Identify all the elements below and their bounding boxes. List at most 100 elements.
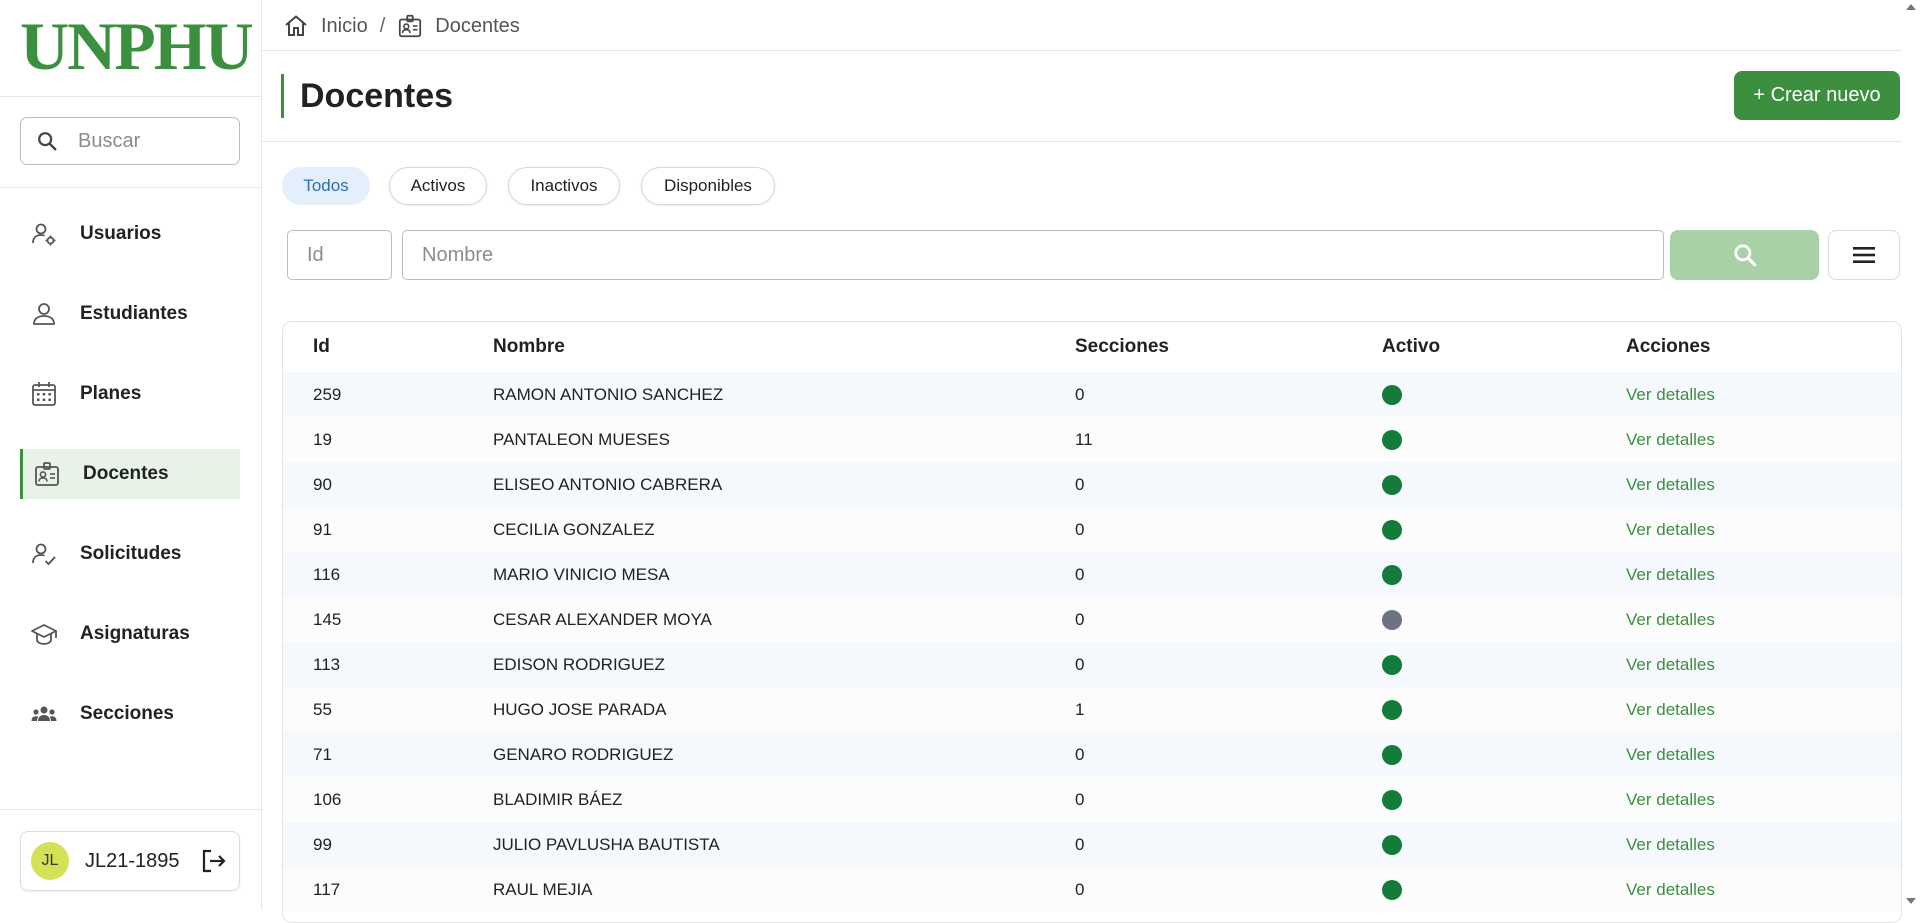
sidebar-item-secciones[interactable]: Secciones — [20, 689, 240, 739]
status-active-dot — [1382, 655, 1402, 675]
filter-chip-inactivos[interactable]: Inactivos — [508, 167, 620, 205]
sidebar-divider — [0, 809, 261, 810]
logout-icon[interactable] — [199, 847, 227, 875]
sidebar-item-solicitudes[interactable]: Solicitudes — [20, 529, 240, 579]
view-details-link[interactable]: Ver detalles — [1626, 552, 1715, 597]
cell-secciones: 0 — [1075, 520, 1085, 539]
view-details-link[interactable]: Ver detalles — [1626, 597, 1715, 642]
cell-secciones: 1 — [1075, 700, 1085, 719]
id-filter-input[interactable] — [305, 242, 391, 268]
cell-secciones: 0 — [1075, 475, 1085, 494]
column-header-id: Id — [313, 336, 330, 357]
cell-nombre: ELISEO ANTONIO CABRERA — [493, 475, 723, 494]
header-divider — [262, 50, 1902, 51]
cell-id: 145 — [313, 610, 342, 629]
search-button[interactable] — [1670, 230, 1819, 280]
sidebar-item-planes[interactable]: Planes — [20, 369, 240, 419]
cell-id: 113 — [313, 655, 341, 674]
view-details-link[interactable]: Ver detalles — [1626, 642, 1715, 687]
sidebar-divider — [0, 187, 261, 188]
sidebar-item-estudiantes[interactable]: Estudiantes — [20, 289, 240, 339]
sidebar-item-label: Solicitudes — [80, 543, 182, 564]
scroll-down-arrow[interactable] — [1906, 898, 1916, 904]
status-active-dot — [1382, 880, 1402, 900]
view-details-link[interactable]: Ver detalles — [1626, 372, 1715, 417]
id-badge-icon — [399, 14, 422, 38]
cell-nombre: CECILIA GONZALEZ — [493, 520, 655, 539]
sidebar-item-label: Estudiantes — [80, 303, 188, 324]
sidebar-item-usuarios[interactable]: Usuarios — [20, 209, 240, 259]
status-active-dot — [1382, 385, 1402, 405]
id-badge-icon — [35, 462, 59, 486]
page-title: Docentes — [281, 74, 453, 118]
person-icon — [33, 303, 55, 325]
filter-chip-activos[interactable]: Activos — [389, 167, 487, 205]
cell-nombre: HUGO JOSE PARADA — [493, 700, 667, 719]
cell-nombre: RAMON ANTONIO SANCHEZ — [493, 385, 724, 404]
status-active-dot — [1382, 835, 1402, 855]
cell-id: 106 — [313, 790, 342, 809]
options-menu-button[interactable] — [1828, 230, 1900, 280]
sidebar-search[interactable] — [20, 117, 240, 165]
breadcrumb: Inicio / Docentes — [283, 12, 520, 40]
cell-secciones: 11 — [1075, 430, 1093, 449]
view-details-link[interactable]: Ver detalles — [1626, 687, 1715, 732]
view-details-link[interactable]: Ver detalles — [1626, 462, 1715, 507]
person-check-icon — [32, 543, 56, 566]
search-icon — [1733, 244, 1756, 267]
table-row: 19 PANTALEON MUESES 11 Ver detalles — [283, 417, 1901, 462]
sidebar-item-label: Docentes — [83, 463, 169, 484]
table-row: 90 ELISEO ANTONIO CABRERA 0 Ver detalles — [283, 462, 1901, 507]
cell-nombre: JULIO PAVLUSHA BAUTISTA — [493, 835, 720, 854]
table-body: 259 RAMON ANTONIO SANCHEZ 0 Ver detalles 19 P… — [283, 372, 1901, 912]
table-row: 117 RAUL MEJIA 0 Ver detalles — [283, 867, 1901, 912]
title-divider — [262, 141, 1902, 142]
cell-secciones: 0 — [1075, 655, 1085, 674]
cell-secciones: 0 — [1075, 790, 1085, 809]
cell-secciones: 0 — [1075, 880, 1085, 899]
status-active-dot — [1382, 745, 1402, 765]
home-icon[interactable] — [283, 13, 309, 39]
group-icon — [31, 706, 57, 721]
sidebar-item-label: Usuarios — [80, 223, 162, 244]
avatar[interactable]: JL — [31, 842, 69, 880]
cell-nombre: GENARO RODRIGUEZ — [493, 745, 674, 764]
filter-chip-todos[interactable]: Todos — [282, 167, 370, 205]
cell-id: 99 — [313, 835, 332, 854]
view-details-link[interactable]: Ver detalles — [1626, 507, 1715, 552]
view-details-link[interactable]: Ver detalles — [1626, 777, 1715, 822]
name-filter[interactable] — [402, 230, 1664, 280]
sidebar-item-asignaturas[interactable]: Asignaturas — [20, 609, 240, 659]
view-details-link[interactable]: Ver detalles — [1626, 867, 1715, 912]
view-details-link[interactable]: Ver detalles — [1626, 417, 1715, 462]
name-filter-input[interactable] — [420, 242, 1558, 268]
create-new-button[interactable]: + Crear nuevo — [1734, 71, 1900, 120]
id-filter[interactable] — [287, 230, 392, 280]
scroll-up-arrow[interactable] — [1906, 4, 1916, 10]
cell-secciones: 0 — [1075, 385, 1085, 404]
user-gear-icon — [32, 223, 56, 246]
user-card: JL JL21-1895 — [20, 831, 240, 891]
sidebar-item-docentes[interactable]: Docentes — [20, 449, 240, 499]
cell-nombre: CESAR ALEXANDER MOYA — [493, 610, 712, 629]
cell-secciones: 0 — [1075, 835, 1085, 854]
cell-id: 71 — [313, 745, 332, 764]
cell-id: 259 — [313, 385, 342, 404]
page-scrollbar[interactable] — [1902, 0, 1920, 910]
sidebar-item-label: Planes — [80, 383, 142, 404]
filter-chip-disponibles[interactable]: Disponibles — [641, 167, 775, 205]
sidebar-search-input[interactable] — [76, 128, 230, 154]
cell-id: 55 — [313, 700, 332, 719]
view-details-link[interactable]: Ver detalles — [1626, 822, 1715, 867]
table-header: Id Nombre Secciones Activo Acciones — [283, 322, 1901, 372]
status-active-dot — [1382, 520, 1402, 540]
cell-id: 117 — [313, 880, 341, 899]
table-row: 91 CECILIA GONZALEZ 0 Ver detalles — [283, 507, 1901, 552]
status-active-dot — [1382, 790, 1402, 810]
view-details-link[interactable]: Ver detalles — [1626, 732, 1715, 777]
cell-secciones: 0 — [1075, 745, 1085, 764]
cell-id: 116 — [313, 565, 341, 584]
column-header-secciones: Secciones — [1075, 336, 1169, 357]
table-row: 259 RAMON ANTONIO SANCHEZ 0 Ver detalles — [283, 372, 1901, 417]
breadcrumb-home[interactable]: Inicio — [321, 15, 368, 38]
